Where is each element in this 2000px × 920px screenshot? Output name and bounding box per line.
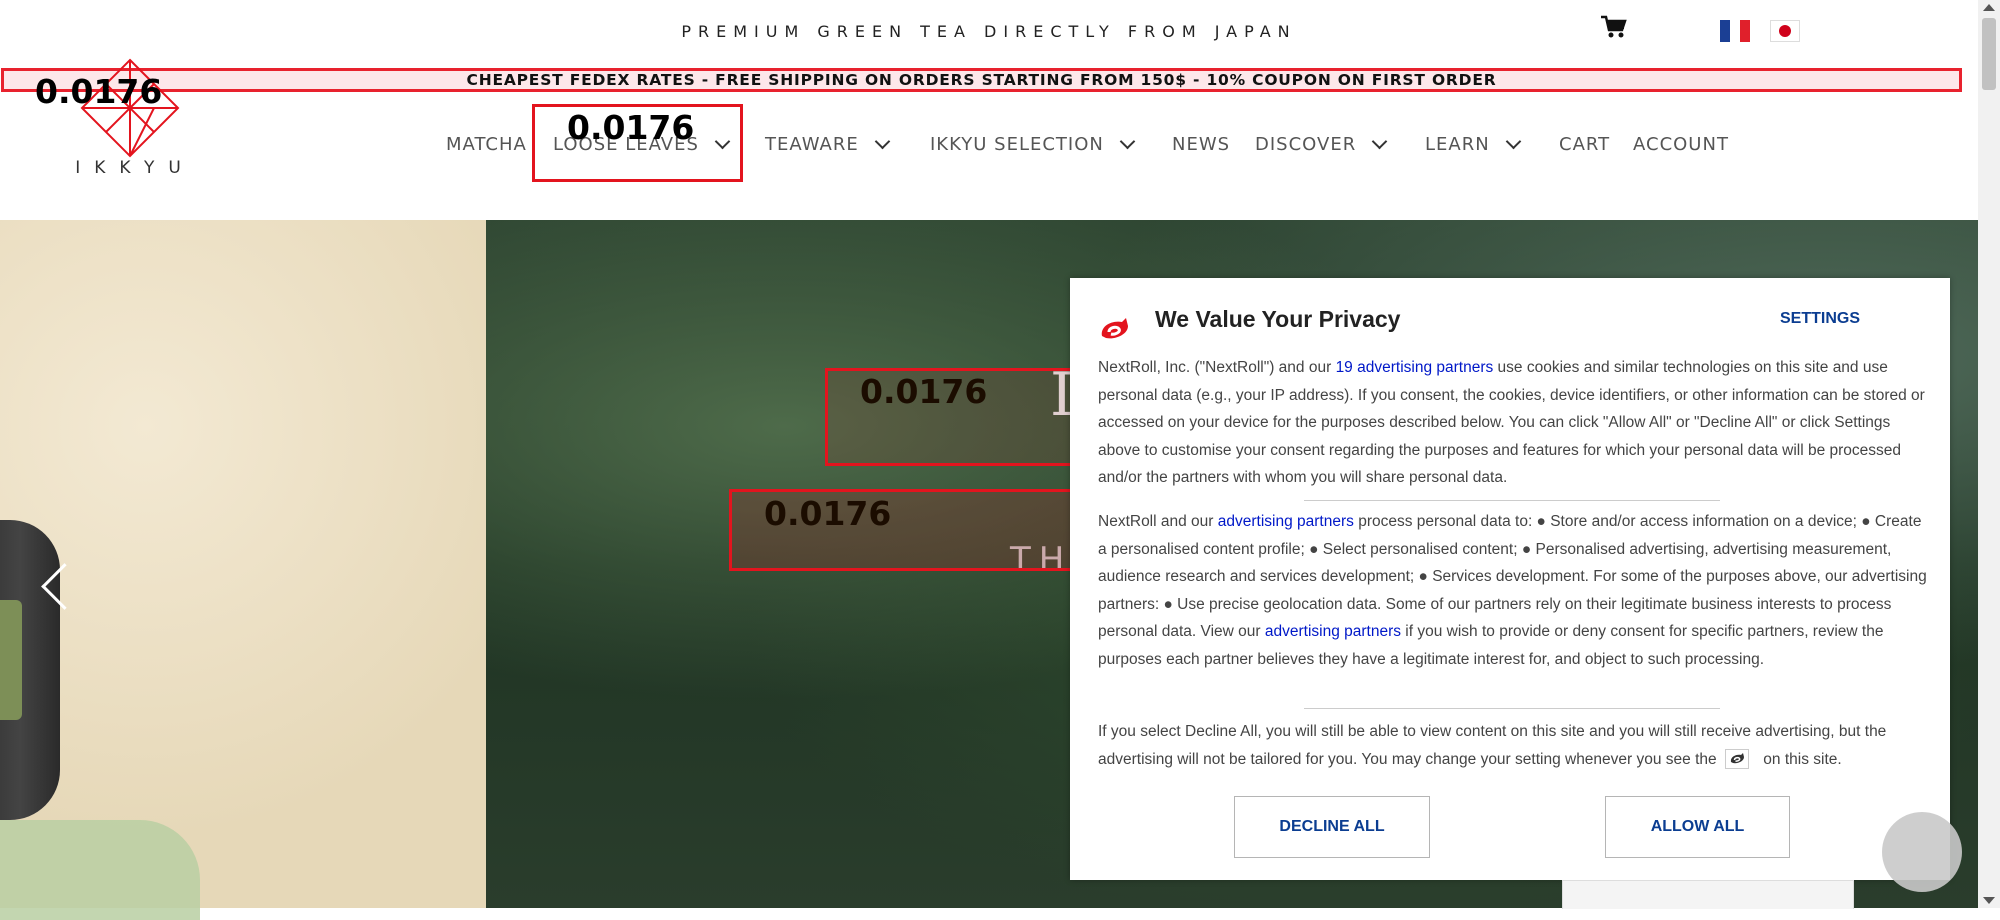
nav-item-label: IKKYU SELECTION [930, 134, 1104, 155]
product-label [0, 600, 22, 720]
nav-item-discover[interactable]: DISCOVER [1255, 133, 1388, 155]
japanese-flag-icon[interactable] [1770, 20, 1800, 42]
hero-title-highlight-value: 0.0176 [860, 372, 988, 411]
scrollbar[interactable] [1978, 0, 2000, 908]
french-flag-icon[interactable] [1720, 20, 1750, 42]
privacy-consent-modal: We Value Your Privacy SETTINGS NextRoll,… [1070, 278, 1950, 880]
settings-button[interactable]: SETTINGS [1780, 310, 1860, 328]
nav-item-learn[interactable]: LEARN [1425, 133, 1521, 155]
advertising-partners-link[interactable]: advertising partners [1265, 623, 1401, 640]
divider [1304, 500, 1720, 501]
nav-item-label: MATCHA [446, 134, 527, 155]
chevron-down-icon [1119, 133, 1136, 150]
consent-paragraph-1: NextRoll, Inc. ("NextRoll") and our 19 a… [1098, 354, 1930, 492]
chevron-down-icon [1505, 133, 1521, 150]
nav-item-account[interactable]: ACCOUNT [1633, 134, 1729, 155]
nav-item-label: LEARN [1425, 134, 1490, 155]
scroll-thumb[interactable] [1982, 18, 1996, 90]
nav-item-label: DISCOVER [1255, 134, 1357, 155]
decline-all-button[interactable]: DECLINE ALL [1234, 796, 1430, 858]
logo-highlight-value: 0.0176 [35, 72, 163, 111]
hero-left-image [0, 220, 486, 908]
nav-item-news[interactable]: NEWS [1172, 134, 1230, 155]
text: NextRoll, Inc. ("NextRoll") and our [1098, 359, 1336, 376]
nav-item-cart[interactable]: CART [1559, 134, 1610, 155]
text: use cookies and similar technologies on … [1098, 359, 1925, 486]
chevron-down-icon [1371, 133, 1388, 150]
allow-all-button[interactable]: ALLOW ALL [1605, 796, 1790, 858]
nav-item-label: NEWS [1172, 134, 1231, 155]
bowl-image [0, 820, 200, 920]
nextroll-logo-icon [1101, 318, 1128, 339]
nav-item-ikkyu-selection[interactable]: IKKYU SELECTION [930, 133, 1136, 155]
logo-text: IKKYU [75, 158, 195, 178]
text: process personal data to: ● Store and/or… [1098, 513, 1927, 640]
consent-paragraph-3: If you select Decline All, you will stil… [1098, 718, 1930, 773]
advertising-partners-link[interactable]: 19 advertising partners [1336, 359, 1494, 376]
chevron-down-icon [874, 133, 890, 150]
chat-icon[interactable] [1882, 812, 1962, 892]
nav-item-label: CART [1559, 134, 1611, 155]
nav-item-matcha[interactable]: MATCHA [446, 134, 527, 155]
modal-title: We Value Your Privacy [1155, 306, 1401, 332]
tagline: PREMIUM GREEN TEA DIRECTLY FROM JAPAN [681, 22, 1297, 41]
promo-banner[interactable]: CHEAPEST FEDEX RATES - FREE SHIPPING ON … [1, 68, 1962, 92]
hero-sub-highlight-value: 0.0176 [764, 494, 892, 533]
scroll-up-icon[interactable] [1983, 4, 1995, 11]
top-bar: PREMIUM GREEN TEA DIRECTLY FROM JAPAN [0, 0, 1978, 64]
text: NextRoll and our [1098, 513, 1218, 530]
shopping-cart-icon[interactable] [1600, 14, 1630, 42]
nav-highlight-value: 0.0176 [567, 108, 695, 147]
nav-item-label: ACCOUNT [1633, 134, 1729, 155]
consent-paragraph-2: NextRoll and our advertising partners pr… [1098, 508, 1930, 673]
nav-item-teaware[interactable]: TEAWARE [765, 133, 890, 155]
divider [1304, 708, 1720, 709]
scroll-down-icon[interactable] [1983, 897, 1995, 904]
hero-cta-button[interactable] [1562, 880, 1854, 909]
nav-item-label: TEAWARE [765, 134, 859, 155]
nextroll-settings-icon[interactable] [1724, 749, 1749, 770]
text: on this site. [1758, 750, 1842, 768]
advertising-partners-link[interactable]: advertising partners [1218, 513, 1354, 530]
